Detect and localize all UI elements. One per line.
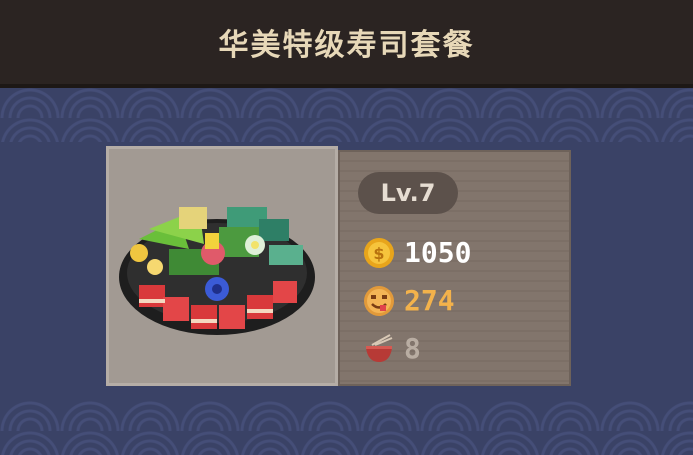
- dish-title: 华美特级寿司套餐: [218, 28, 475, 63]
- dish-info-panel: Lv.7 $ 1050 274 8: [338, 150, 571, 386]
- sushi-platter-image: [119, 207, 315, 335]
- level-badge: Lv.7: [358, 172, 458, 214]
- dish-card: Lv.7 $ 1050 274 8: [106, 146, 571, 386]
- coin-icon: $: [364, 238, 394, 268]
- coin-value: 1050: [404, 236, 472, 269]
- svg-text:$: $: [373, 244, 384, 263]
- wave-pattern-top: [0, 88, 693, 142]
- noodle-bowl-icon: [366, 334, 393, 362]
- bowl-value: 8: [404, 332, 421, 365]
- dish-image-frame: [106, 146, 338, 386]
- taste-value: 274: [404, 284, 455, 317]
- wave-pattern-bottom: [0, 401, 693, 455]
- header-bar: 华美特级寿司套餐: [0, 0, 693, 88]
- taste-face-icon: [364, 286, 394, 316]
